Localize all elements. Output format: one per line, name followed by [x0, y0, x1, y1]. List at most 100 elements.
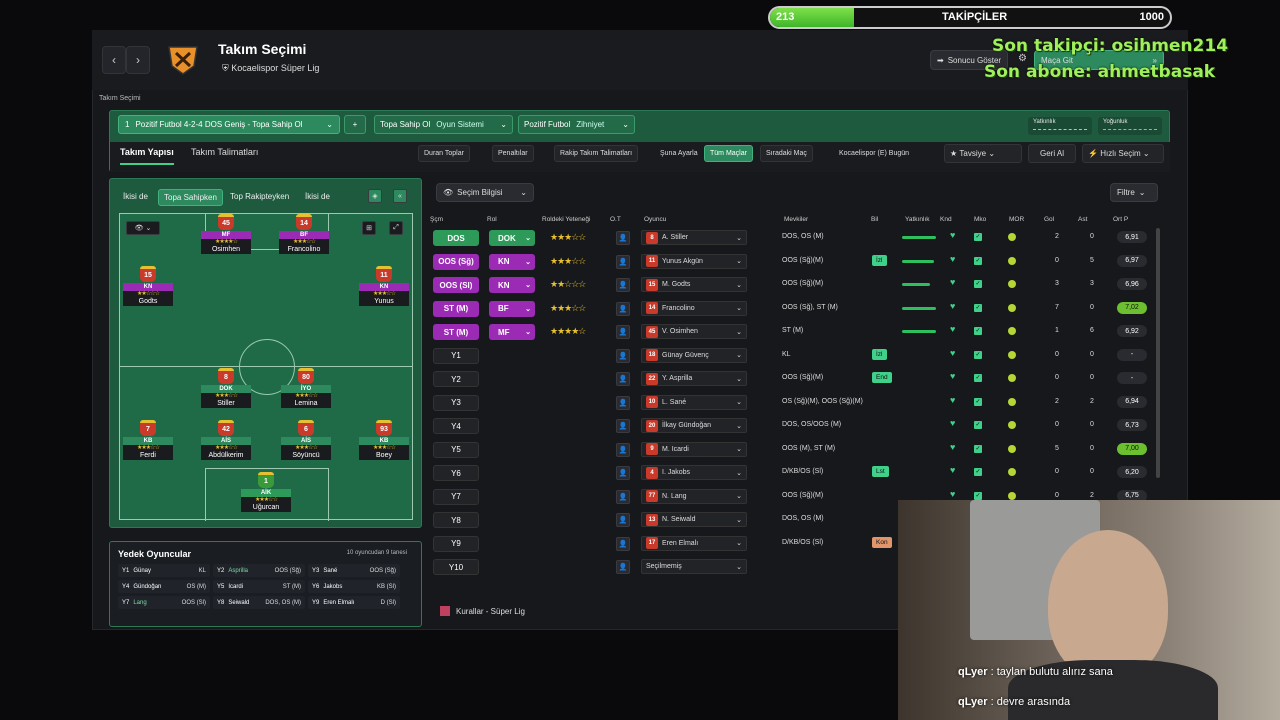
row-position[interactable]: Y2 — [433, 371, 479, 387]
advice-dropdown[interactable]: ★ Tavsiye ⌄ — [944, 144, 1022, 163]
player-profile-icon[interactable]: 👤 — [616, 372, 630, 386]
row-position[interactable]: Y4 — [433, 418, 479, 434]
rules-footer[interactable]: Kurallar - Süper Lig — [440, 606, 525, 616]
table-row[interactable]: OOS (Sl) KN ⌄ ★★☆☆☆ 👤 15 M. Godts ⌄ OOS (Sğ)(M) ♥… — [430, 277, 1156, 300]
row-position[interactable]: OOS (Sl) — [433, 277, 479, 293]
undo-button[interactable]: Geri Al — [1028, 144, 1076, 163]
selection-info-dropdown[interactable]: 👁 Seçim Bilgisi ⌄ — [436, 183, 534, 202]
player-profile-icon[interactable]: 👤 — [616, 254, 630, 269]
pitch-player[interactable]: 42 AİS ★★★☆☆ Abdülkerim — [198, 420, 254, 464]
phase-tab-both-right[interactable]: İkisi de — [300, 189, 335, 204]
player-profile-icon[interactable]: 👤 — [616, 325, 630, 339]
row-role-dropdown[interactable]: BF ⌄ — [489, 300, 535, 317]
player-profile-icon[interactable]: 👤 — [616, 231, 630, 245]
row-role-dropdown[interactable]: KN ⌄ — [489, 277, 535, 293]
player-profile-icon[interactable]: 👤 — [616, 278, 630, 292]
player-select-dropdown[interactable]: 14 Francolino ⌄ — [641, 300, 747, 316]
column-header[interactable]: Şçm — [430, 216, 443, 223]
table-row[interactable]: Y5 👤 9 M. Icardi ⌄ OOS (M), ST (M) ♥ ✓ 5 0 7,00 — [430, 441, 1156, 465]
pitch-player[interactable]: 14 BF ★★★☆☆ Francolino — [276, 214, 332, 258]
diamond-icon[interactable]: ◈ — [368, 189, 382, 203]
system-dropdown[interactable]: Topa Sahip Ol Oyun Sistemi ⌄ — [374, 115, 513, 134]
player-select-dropdown[interactable]: 8 A. Stiller ⌄ — [641, 230, 747, 245]
row-role-dropdown[interactable]: KN ⌄ — [489, 253, 535, 270]
collapse-icon[interactable]: « — [393, 189, 407, 203]
column-header[interactable]: Roldeki Yeteneği — [542, 216, 590, 223]
back-button[interactable]: ‹ — [102, 46, 126, 74]
player-select-dropdown[interactable]: 13 N. Seiwald ⌄ — [641, 512, 747, 527]
player-profile-icon[interactable]: 👤 — [616, 560, 630, 574]
column-header[interactable]: Mevkiler — [784, 216, 808, 223]
sub-item[interactable]: Y2 Asprilla OOS (Sğ) — [213, 564, 305, 577]
phase-tab-out-possession[interactable]: Top Rakipteyken — [225, 189, 294, 204]
sub-item[interactable]: Y6 Jakobs KB (Sl) — [308, 580, 400, 593]
sub-item[interactable]: Y5 Icardi ST (M) — [213, 580, 305, 593]
table-row[interactable]: ST (M) BF ⌄ ★★★☆☆ 👤 14 Francolino ⌄ OOS (Sğ), ST… — [430, 300, 1156, 324]
column-header[interactable]: Rol — [487, 216, 497, 223]
player-select-dropdown[interactable]: 10 L. Sané ⌄ — [641, 394, 747, 410]
next-match-toggle[interactable]: Sıradaki Maç — [760, 145, 813, 162]
column-header[interactable]: Yatkınlık — [905, 216, 929, 223]
row-role-dropdown[interactable]: MF ⌄ — [489, 324, 535, 340]
pitch-player[interactable]: 93 KB ★★★☆☆ Boey — [356, 420, 412, 464]
column-header[interactable]: Knd — [940, 216, 952, 223]
row-position[interactable]: ST (M) — [433, 324, 479, 340]
column-header[interactable]: Bil — [871, 216, 878, 223]
pitch-player[interactable]: 7 KB ★★★☆☆ Ferdi — [120, 420, 176, 464]
add-tactic-button[interactable]: + — [344, 115, 366, 134]
pitch-player[interactable]: 8 DOK ★★★☆☆ Stiller — [198, 368, 254, 412]
sub-item[interactable]: Y4 Gündoğan OS (M) — [118, 580, 210, 593]
quick-pick-dropdown[interactable]: ⚡ Hızlı Seçim ⌄ — [1082, 144, 1164, 163]
player-select-dropdown[interactable]: Seçilmemiş ⌄ — [641, 559, 747, 574]
table-scrollbar[interactable] — [1156, 228, 1160, 478]
player-select-dropdown[interactable]: 15 M. Godts ⌄ — [641, 277, 747, 292]
player-select-dropdown[interactable]: 4 I. Jakobs ⌄ — [641, 465, 747, 480]
row-position[interactable]: Y1 — [433, 347, 479, 364]
grid-icon[interactable]: ⊞ — [362, 221, 376, 235]
player-select-dropdown[interactable]: 9 M. Icardi ⌄ — [641, 441, 747, 457]
column-header[interactable]: Ast — [1078, 216, 1087, 223]
row-position[interactable]: Y6 — [433, 465, 479, 481]
row-position[interactable]: Y3 — [433, 394, 479, 411]
row-position[interactable]: OOS (Sğ) — [433, 253, 479, 270]
player-select-dropdown[interactable]: 17 Eren Elmalı ⌄ — [641, 535, 747, 551]
penalties-button[interactable]: Penaltılar — [492, 145, 534, 162]
tactic-selector[interactable]: 1 Pozitif Futbol 4-2-4 DOS Geniş - Topa … — [118, 115, 340, 134]
tab-team-instructions[interactable]: Takım Talimatları — [191, 147, 258, 157]
player-profile-icon[interactable]: 👤 — [616, 442, 630, 457]
table-row[interactable]: Y6 👤 4 I. Jakobs ⌄ D/KB/OS (Sl) Lst ♥ ✓ 0 0 6,20 — [430, 465, 1156, 488]
player-select-dropdown[interactable]: 45 V. Osimhen ⌄ — [641, 324, 747, 339]
player-profile-icon[interactable]: 👤 — [616, 348, 630, 363]
sub-item[interactable]: Y9 Eren Elmalı D (Sl) — [308, 596, 400, 609]
club-name[interactable]: Kocaelispor — [231, 63, 278, 73]
forward-button[interactable]: › — [126, 46, 150, 74]
expand-icon[interactable]: ⤢ — [389, 221, 403, 235]
row-position[interactable]: ST (M) — [433, 300, 479, 317]
table-row[interactable]: Y3 👤 10 L. Sané ⌄ OS (Sğ)(M), OOS (Sğ)(M) ♥ ✓ 2 2… — [430, 394, 1156, 418]
table-row[interactable]: OOS (Sğ) KN ⌄ ★★★☆☆ 👤 11 Yunus Akgün ⌄ OOS (Sğ)(… — [430, 253, 1156, 277]
column-header[interactable]: Ort P — [1113, 216, 1128, 223]
mentality-dropdown[interactable]: Pozitif Futbol Zihniyet ⌄ — [518, 115, 635, 134]
all-matches-toggle[interactable]: Tüm Maçlar — [704, 145, 753, 162]
sub-item[interactable]: Y1 Günay KL — [118, 564, 210, 577]
player-select-dropdown[interactable]: 20 İlkay Gündoğan ⌄ — [641, 418, 747, 433]
sub-item[interactable]: Y7 Lang OOS (Sl) — [118, 596, 210, 609]
column-header[interactable]: O.T — [610, 216, 621, 223]
player-profile-icon[interactable]: 👤 — [616, 395, 630, 410]
pitch-player[interactable]: 45 MF ★★★★☆ Osimhen — [198, 214, 254, 258]
player-profile-icon[interactable]: 👤 — [616, 301, 630, 316]
sub-item[interactable]: Y3 Sané OOS (Sğ) — [308, 564, 400, 577]
column-header[interactable]: Mko — [974, 216, 986, 223]
player-profile-icon[interactable]: 👤 — [616, 513, 630, 527]
row-position[interactable]: Y8 — [433, 512, 479, 528]
player-select-dropdown[interactable]: 18 Günay Güvenç ⌄ — [641, 347, 747, 363]
phase-tab-in-possession[interactable]: Topa Sahipken — [158, 189, 223, 206]
pitch-player[interactable]: 80 İYO ★★★☆☆ Lemina — [278, 368, 334, 412]
league-name[interactable]: Süper Lig — [281, 63, 320, 73]
view-toggle[interactable]: 👁 ⌄ — [126, 221, 160, 235]
player-profile-icon[interactable]: 👤 — [616, 536, 630, 551]
phase-tab-both-left[interactable]: İkisi de — [118, 189, 153, 204]
table-row[interactable]: Y2 👤 22 Y. Asprilla ⌄ OOS (Sğ)(M) End ♥ ✓ 0 0 - — [430, 371, 1156, 394]
row-position[interactable]: Y5 — [433, 441, 479, 458]
row-position[interactable]: Y9 — [433, 535, 479, 552]
